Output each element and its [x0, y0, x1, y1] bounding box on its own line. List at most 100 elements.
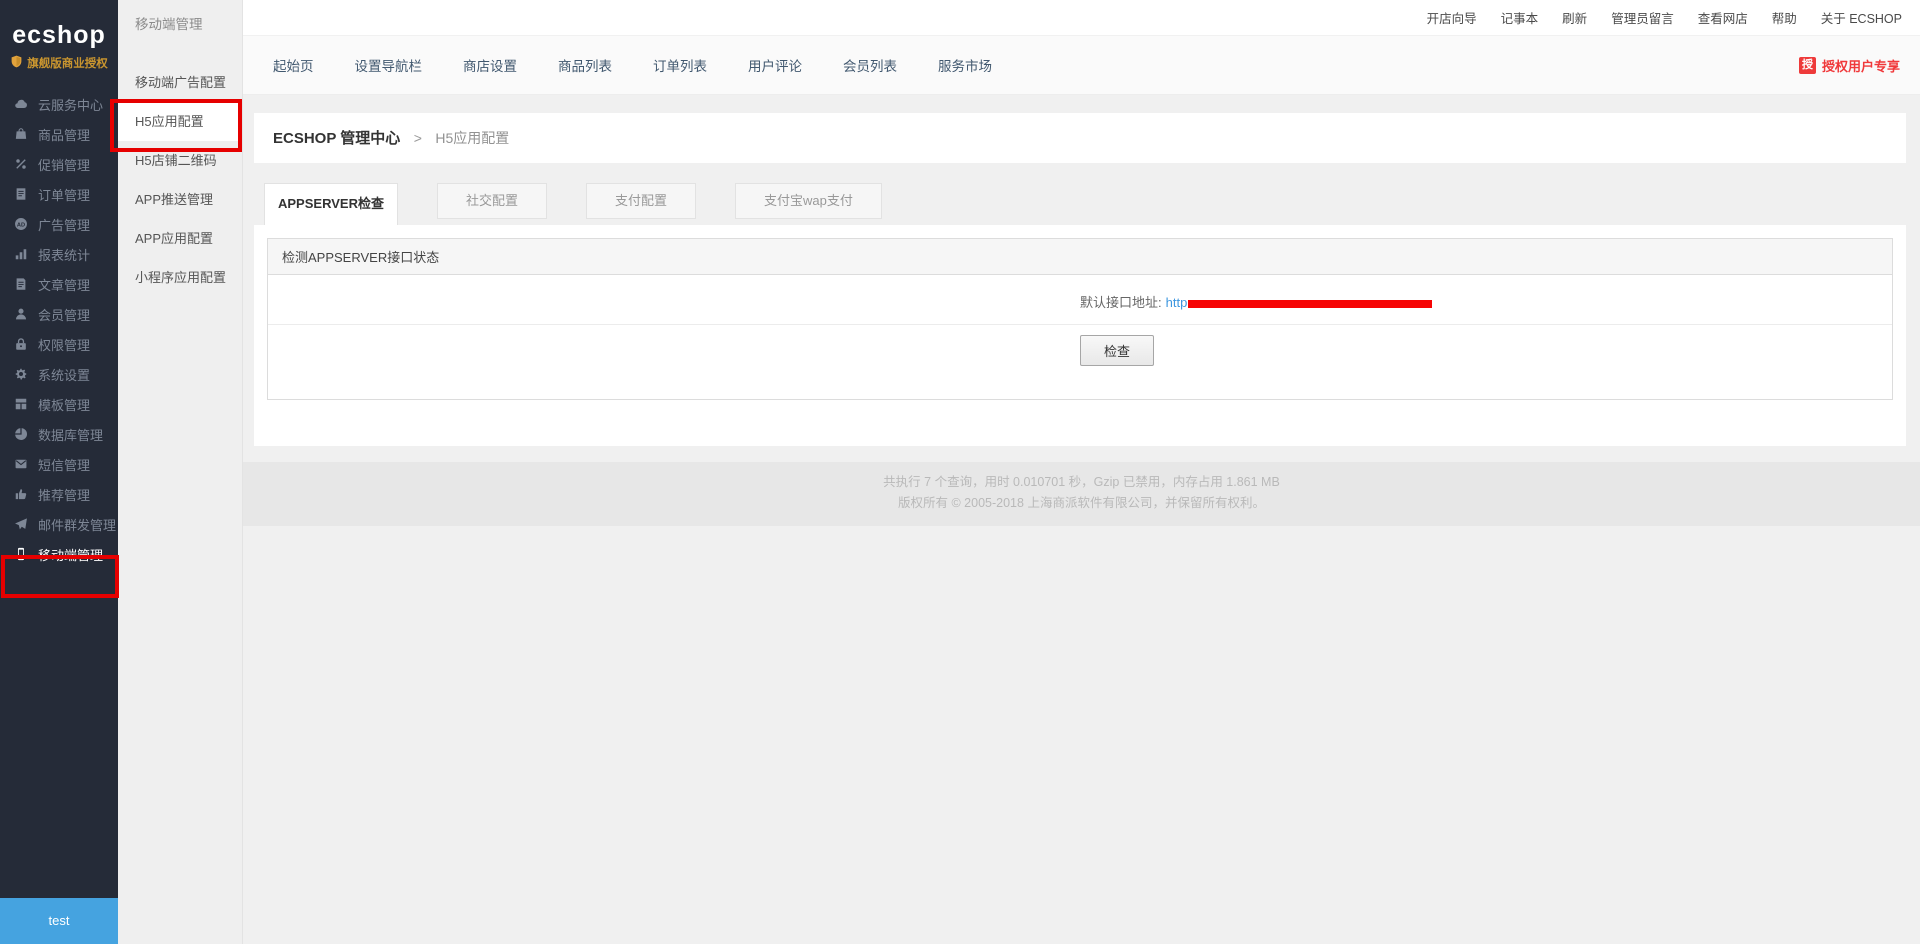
- sidebar-item-sms[interactable]: 短信管理: [0, 449, 118, 479]
- database-icon: [13, 427, 29, 441]
- appserver-check-panel: 检测APPSERVER接口状态 默认接口地址: http 检查: [267, 238, 1893, 400]
- submenu-item-app-config[interactable]: APP应用配置: [118, 219, 242, 258]
- submenu-item-mobile-ad-config[interactable]: 移动端广告配置: [118, 63, 242, 102]
- system-icon: [13, 367, 29, 381]
- order-icon: [13, 187, 29, 201]
- recommend-icon: [13, 487, 29, 501]
- sidebar-item-email[interactable]: 邮件群发管理: [0, 509, 118, 539]
- nav-link-order-list[interactable]: 订单列表: [653, 55, 707, 75]
- tab-content-card: 检测APPSERVER接口状态 默认接口地址: http 检查: [254, 225, 1906, 446]
- sidebar-item-label: 商品管理: [38, 125, 90, 144]
- article-icon: [13, 277, 29, 291]
- sidebar-item-label: 模板管理: [38, 395, 90, 414]
- tab-social-config[interactable]: 社交配置: [437, 183, 547, 219]
- footer-copyright: 版权所有 © 2005-2018 上海商派软件有限公司，并保留所有权利。: [243, 493, 1920, 514]
- api-address-link[interactable]: http: [1166, 295, 1188, 310]
- sidebar-item-promotion[interactable]: 促销管理: [0, 149, 118, 179]
- permission-icon: [13, 337, 29, 351]
- nav-link-nav-settings[interactable]: 设置导航栏: [355, 55, 423, 75]
- sidebar-item-database[interactable]: 数据库管理: [0, 419, 118, 449]
- top-link-shop-wizard[interactable]: 开店向导: [1427, 8, 1477, 27]
- sidebar-item-label: 邮件群发管理: [38, 515, 116, 534]
- tab-alipay-wap[interactable]: 支付宝wap支付: [735, 183, 882, 219]
- sidebar-item-label: 系统设置: [38, 365, 90, 384]
- email-icon: [13, 517, 29, 531]
- breadcrumb-separator: >: [414, 130, 422, 146]
- top-link-about[interactable]: 关于 ECSHOP: [1821, 8, 1902, 27]
- template-icon: [13, 397, 29, 411]
- sidebar-item-cloud[interactable]: 云服务中心: [0, 89, 118, 119]
- license-label: 旗舰版商业授权: [27, 55, 108, 71]
- sidebar-item-label: 订单管理: [38, 185, 90, 204]
- panel-header: 检测APPSERVER接口状态: [268, 239, 1892, 275]
- top-link-help[interactable]: 帮助: [1772, 8, 1797, 27]
- breadcrumb-current: H5应用配置: [435, 130, 509, 146]
- sidebar-item-order[interactable]: 订单管理: [0, 179, 118, 209]
- sidebar-item-label: 推荐管理: [38, 485, 90, 504]
- submenu-item-h5-shop-qrcode[interactable]: H5店铺二维码: [118, 141, 242, 180]
- breadcrumb: ECSHOP 管理中心 > H5应用配置: [254, 113, 1906, 163]
- nav-link-start-page[interactable]: 起始页: [273, 55, 314, 75]
- sidebar-item-label: 移动端管理: [38, 545, 103, 564]
- sidebar-item-label: 会员管理: [38, 305, 90, 324]
- auth-icon: 授: [1799, 57, 1816, 74]
- license-badge: 旗舰版商业授权: [0, 55, 118, 71]
- sidebar-item-label: 数据库管理: [38, 425, 103, 444]
- breadcrumb-root[interactable]: ECSHOP 管理中心: [273, 130, 400, 147]
- goods-icon: [13, 127, 29, 141]
- authorized-user-badge[interactable]: 授 授权用户专享: [1799, 56, 1900, 75]
- cloud-icon: [13, 97, 29, 111]
- sidebar-item-label: 促销管理: [38, 155, 90, 174]
- nav-link-user-comments[interactable]: 用户评论: [748, 55, 802, 75]
- nav-link-goods-list[interactable]: 商品列表: [558, 55, 612, 75]
- tab-payment-config[interactable]: 支付配置: [586, 183, 696, 219]
- sidebar-item-template[interactable]: 模板管理: [0, 389, 118, 419]
- submenu-title: 移动端管理: [118, 0, 242, 50]
- sidebar-item-member[interactable]: 会员管理: [0, 299, 118, 329]
- member-icon: [13, 307, 29, 321]
- top-link-refresh[interactable]: 刷新: [1562, 8, 1587, 27]
- shield-icon: [10, 55, 23, 71]
- secondary-nav-bar: 起始页 设置导航栏 商店设置 商品列表 订单列表 用户评论 会员列表 服务市场 …: [243, 36, 1920, 95]
- default-api-address-row: 默认接口地址: http: [268, 275, 1892, 325]
- footer-stats: 共执行 7 个查询，用时 0.010701 秒，Gzip 已禁用，内存占用 1.…: [243, 472, 1920, 493]
- ecshop-logo: ecshop: [0, 20, 118, 50]
- sidebar-item-system[interactable]: 系统设置: [0, 359, 118, 389]
- ad-icon: AD: [13, 217, 29, 231]
- sidebar-item-article[interactable]: 文章管理: [0, 269, 118, 299]
- sidebar-item-permission[interactable]: 权限管理: [0, 329, 118, 359]
- nav-link-service-market[interactable]: 服务市场: [938, 55, 992, 75]
- sidebar-item-label: 短信管理: [38, 455, 90, 474]
- sidebar-item-recommend[interactable]: 推荐管理: [0, 479, 118, 509]
- submenu-item-miniprogram-config[interactable]: 小程序应用配置: [118, 258, 242, 297]
- top-link-admin-message[interactable]: 管理员留言: [1611, 8, 1674, 27]
- tab-bar: APPSERVER检查 社交配置 支付配置 支付宝wap支付: [254, 183, 1906, 225]
- sidebar-item-mobile[interactable]: 移动端管理: [0, 539, 118, 569]
- nav-link-shop-settings[interactable]: 商店设置: [463, 55, 517, 75]
- sidebar-item-goods[interactable]: 商品管理: [0, 119, 118, 149]
- mobile-submenu: 移动端管理 移动端广告配置 H5应用配置 H5店铺二维码 APP推送管理 APP…: [118, 0, 243, 944]
- tab-appserver-check[interactable]: APPSERVER检查: [264, 183, 398, 225]
- promotion-icon: [13, 157, 29, 171]
- address-label: 默认接口地址:: [1080, 295, 1162, 310]
- top-link-view-shop[interactable]: 查看网店: [1698, 8, 1748, 27]
- svg-text:AD: AD: [17, 222, 25, 228]
- sidebar-item-label: 报表统计: [38, 245, 90, 264]
- mobile-icon: [13, 547, 29, 561]
- logged-in-user[interactable]: test: [0, 898, 118, 944]
- sidebar-item-label: 云服务中心: [38, 95, 103, 114]
- sidebar-item-label: 文章管理: [38, 275, 90, 294]
- main-sidebar: ecshop 旗舰版商业授权 云服务中心 商品管理 促销管理 订单管理 AD广告…: [0, 0, 118, 944]
- nav-link-member-list[interactable]: 会员列表: [843, 55, 897, 75]
- sms-icon: [13, 457, 29, 471]
- main-area: 开店向导 记事本 刷新 管理员留言 查看网店 帮助 关于 ECSHOP 起始页 …: [243, 0, 1920, 944]
- submenu-item-h5-app-config[interactable]: H5应用配置: [118, 102, 242, 141]
- report-icon: [13, 247, 29, 261]
- check-button[interactable]: 检查: [1080, 335, 1154, 366]
- top-link-bar: 开店向导 记事本 刷新 管理员留言 查看网店 帮助 关于 ECSHOP: [243, 0, 1920, 36]
- sidebar-item-report[interactable]: 报表统计: [0, 239, 118, 269]
- sidebar-menu: 云服务中心 商品管理 促销管理 订单管理 AD广告管理 报表统计 文章管理 会员…: [0, 89, 118, 569]
- submenu-item-app-push[interactable]: APP推送管理: [118, 180, 242, 219]
- top-link-notepad[interactable]: 记事本: [1501, 8, 1539, 27]
- sidebar-item-ad[interactable]: AD广告管理: [0, 209, 118, 239]
